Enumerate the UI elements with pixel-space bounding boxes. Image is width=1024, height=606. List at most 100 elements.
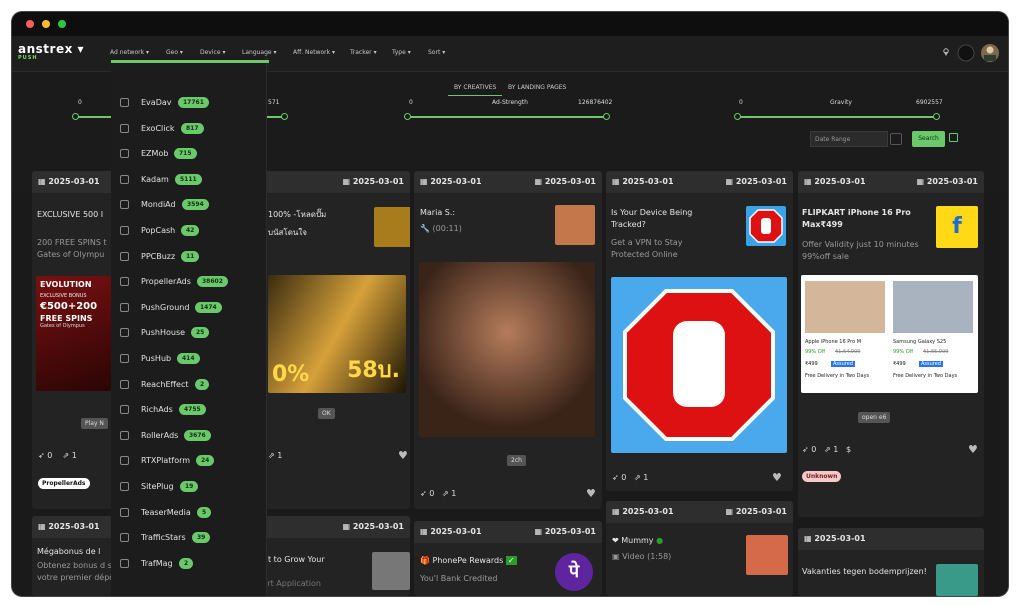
app-window: anstrex ▾PUSH Ad network Geo Device Lang…: [12, 12, 1008, 596]
dropdown-item-label: PushHouse: [141, 328, 186, 338]
dropdown-item-label: PushGround: [141, 302, 190, 312]
ad-network-dropdown[interactable]: EvaDav 17761 ExoClick 817 EZMob 715 Kadam 5111 M…: [111, 56, 269, 596]
nav-device[interactable]: Device: [200, 49, 225, 56]
dropdown-item-label: ExoClick: [141, 123, 175, 133]
search-button[interactable]: Search: [912, 131, 945, 147]
dropdown-item-label: EZMob: [141, 149, 169, 159]
dropdown-item-label: RTXPlatform: [141, 456, 191, 466]
count-badge: 17761: [178, 97, 209, 108]
ad-card[interactable]: ▦ 2025-03-01 ▦ 2025-03-01 🎁 PhonePe Rewar…: [414, 521, 602, 596]
dropdown-item-label: SitePlug: [141, 482, 174, 491]
logo[interactable]: anstrex ▾ PUSH: [18, 42, 84, 61]
dropdown-item-label: PusHub: [141, 354, 172, 363]
ad-card[interactable]: ▦ 2025-03-01 ▦ 2025-03-01 Is Your Device …: [606, 171, 793, 491]
checkbox[interactable]: [120, 405, 129, 415]
tab-by-creatives[interactable]: BY CREATIVES: [448, 84, 503, 96]
location-icon[interactable]: [943, 48, 949, 56]
cta-button[interactable]: Play N: [81, 418, 108, 429]
dropdown-item-label: Kadam: [141, 174, 169, 184]
avatar[interactable]: [981, 44, 999, 62]
checkbox[interactable]: [120, 430, 129, 440]
nav-aff-network[interactable]: Aff. Network: [293, 49, 335, 56]
count-badge: 25: [191, 327, 210, 339]
count-badge: 817: [181, 122, 204, 134]
ad-card[interactable]: ▦ 2025-03-01 Vakanties tegen bodemprijze…: [798, 528, 984, 596]
nav-geo[interactable]: Geo: [166, 49, 183, 56]
heart-icon[interactable]: ♥: [772, 471, 782, 484]
gravity-slider[interactable]: [734, 112, 940, 122]
dropdown-item-label: TrafficStars: [141, 533, 186, 543]
stats-row: ➶ 0 ⇗ 1: [420, 489, 457, 498]
ad-card[interactable]: ▦ 2025-03-01 ▦ 2025-03-01 Maria S.: 🔧 (00…: [414, 171, 602, 509]
cta-button[interactable]: OK: [318, 408, 335, 419]
nav-ad-network[interactable]: Ad network: [110, 49, 149, 56]
ad-strength-max: 126876402: [578, 99, 613, 106]
checkbox[interactable]: [120, 226, 129, 235]
close-dot[interactable]: [26, 20, 34, 28]
checkbox[interactable]: [120, 200, 129, 210]
ad-strength-min: 0: [409, 99, 413, 106]
notification-icon[interactable]: [957, 44, 975, 62]
gravity-min: 0: [739, 99, 743, 106]
ad-card[interactable]: ▦ 2025-03-01 ▦ 2025-03-01 FLIPKART iPhone…: [798, 171, 984, 517]
tab-by-landing-pages[interactable]: BY LANDING PAGES: [502, 84, 572, 95]
checkbox[interactable]: [120, 558, 129, 568]
nav-sort[interactable]: Sort: [428, 49, 445, 56]
stats-row: ➶ 0 ⇗ 1 $: [802, 445, 852, 454]
count-badge: 24: [196, 455, 215, 467]
slider-1-max: 571: [268, 99, 280, 106]
count-badge: 2: [179, 557, 194, 569]
minimize-dot[interactable]: [42, 20, 50, 28]
ad-card[interactable]: ▦ 2025-03-01 ▦ 2025-03-01 ❤ Mummy ● ▣ Vid…: [606, 501, 793, 596]
ad-image: [611, 277, 787, 453]
count-badge: 715: [174, 148, 197, 160]
nav-tracker[interactable]: Tracker: [350, 49, 377, 56]
count-badge: 3594: [182, 199, 209, 211]
stats-row: ⇗ 1: [268, 451, 283, 460]
checkbox[interactable]: [120, 277, 129, 287]
checkbox[interactable]: [120, 379, 129, 389]
count-badge: 2: [195, 378, 210, 390]
dropdown-item-label: RichAds: [141, 405, 173, 415]
nav-type[interactable]: Type: [392, 49, 411, 56]
title-bar: [12, 12, 1008, 36]
checkbox[interactable]: [120, 354, 129, 363]
checkbox[interactable]: [120, 507, 129, 517]
checkbox[interactable]: [120, 302, 129, 312]
checkbox[interactable]: [120, 149, 129, 159]
calendar-icon: ▦: [38, 177, 49, 186]
dropdown-item-label: MondiAd: [141, 200, 176, 210]
checkbox[interactable]: [120, 174, 129, 184]
count-badge: 19: [180, 481, 199, 492]
network-badge: Unknown: [802, 471, 842, 482]
maximize-dot[interactable]: [58, 20, 66, 28]
checkbox[interactable]: [120, 123, 129, 133]
count-badge: 5: [197, 506, 212, 518]
calendar-clear-icon[interactable]: [890, 133, 902, 145]
stop-hand-icon: [623, 289, 775, 441]
calendar-icon[interactable]: [949, 133, 958, 142]
gravity-max: 6902557: [916, 99, 943, 106]
dropdown-item-label: RollerAds: [141, 430, 179, 440]
heart-icon[interactable]: ♥: [398, 449, 408, 462]
ad-icon: [746, 535, 788, 575]
ad-strength-slider[interactable]: [404, 112, 610, 122]
heart-icon[interactable]: ♥: [586, 487, 596, 500]
heart-icon[interactable]: ♥: [968, 443, 978, 456]
date-range-input[interactable]: Date Range: [810, 131, 888, 147]
cta-button[interactable]: 2ch: [507, 455, 526, 466]
checkbox[interactable]: [120, 251, 129, 261]
nav-language[interactable]: Language: [242, 49, 277, 56]
checkbox[interactable]: [120, 328, 129, 338]
ad-icon: f: [936, 206, 978, 248]
network-badge: PropellerAds: [38, 478, 90, 489]
stats-row: ➶ 0 ⇗ 1: [38, 451, 77, 460]
ad-image: 0% 58บ.: [268, 275, 406, 393]
dropdown-item-label: EvaDav: [141, 98, 172, 107]
count-badge: 3676: [184, 429, 211, 441]
checkbox[interactable]: [120, 456, 129, 466]
checkbox[interactable]: [120, 482, 129, 491]
checkbox[interactable]: [120, 533, 129, 543]
checkbox[interactable]: [120, 98, 129, 107]
cta-button[interactable]: open e6: [858, 412, 891, 423]
